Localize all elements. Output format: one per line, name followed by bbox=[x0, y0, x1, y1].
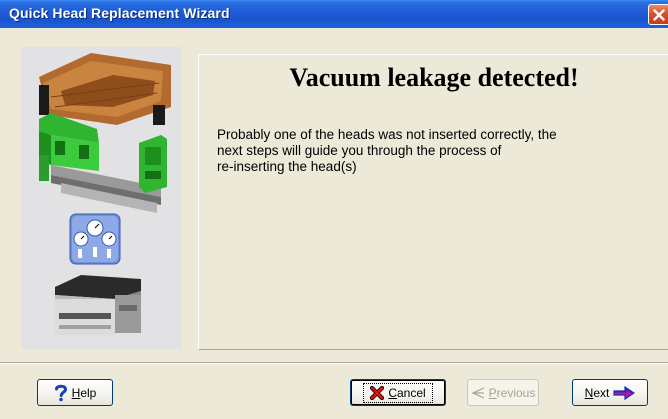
button-separator bbox=[0, 362, 668, 364]
wizard-window: Quick Head Replacement Wizard Vacuum lea… bbox=[0, 0, 668, 419]
wizard-image-panel bbox=[21, 47, 182, 349]
description-line: Probably one of the heads was not insert… bbox=[217, 127, 557, 142]
cancel-accelerator: C bbox=[388, 385, 397, 400]
previous-label-rest: revious bbox=[496, 385, 536, 400]
cancel-focus-rect: Cancel bbox=[363, 382, 433, 403]
title-bar[interactable]: Quick Head Replacement Wizard bbox=[0, 0, 668, 28]
close-button[interactable] bbox=[648, 4, 668, 25]
next-button[interactable]: Next bbox=[572, 379, 648, 406]
previous-accelerator: P bbox=[488, 385, 497, 400]
cancel-label: Cancel bbox=[388, 386, 425, 400]
wizard-illustration bbox=[39, 53, 171, 335]
previous-button[interactable]: Previous bbox=[467, 379, 539, 406]
help-button[interactable]: Help bbox=[37, 379, 113, 406]
right-arrow-icon bbox=[613, 385, 636, 400]
print-head-assembly-image bbox=[39, 53, 171, 213]
red-x-icon bbox=[370, 385, 385, 400]
help-label: Help bbox=[72, 386, 97, 400]
page-heading: Vacuum leakage detected! bbox=[289, 63, 579, 92]
description-line: next steps will guide you through the pr… bbox=[217, 143, 502, 158]
description-text: Probably one of the heads was not insert… bbox=[217, 127, 662, 175]
description-line: re-inserting the head(s) bbox=[217, 159, 357, 174]
printer-unit-image bbox=[55, 275, 141, 335]
window-title: Quick Head Replacement Wizard bbox=[9, 5, 230, 21]
previous-label: Previous bbox=[489, 386, 536, 400]
cancel-label-rest: ancel bbox=[396, 385, 426, 400]
vacuum-gauges-icon bbox=[69, 213, 121, 265]
close-icon bbox=[653, 9, 665, 21]
content-panel: Vacuum leakage detected! Probably one of… bbox=[198, 54, 668, 350]
help-label-rest: elp bbox=[80, 385, 97, 400]
next-label-rest: ext bbox=[593, 385, 610, 400]
back-arrow-icon bbox=[471, 386, 484, 399]
question-mark-icon bbox=[54, 384, 67, 401]
cancel-button[interactable]: Cancel bbox=[350, 379, 446, 406]
next-label: Next bbox=[585, 386, 610, 400]
